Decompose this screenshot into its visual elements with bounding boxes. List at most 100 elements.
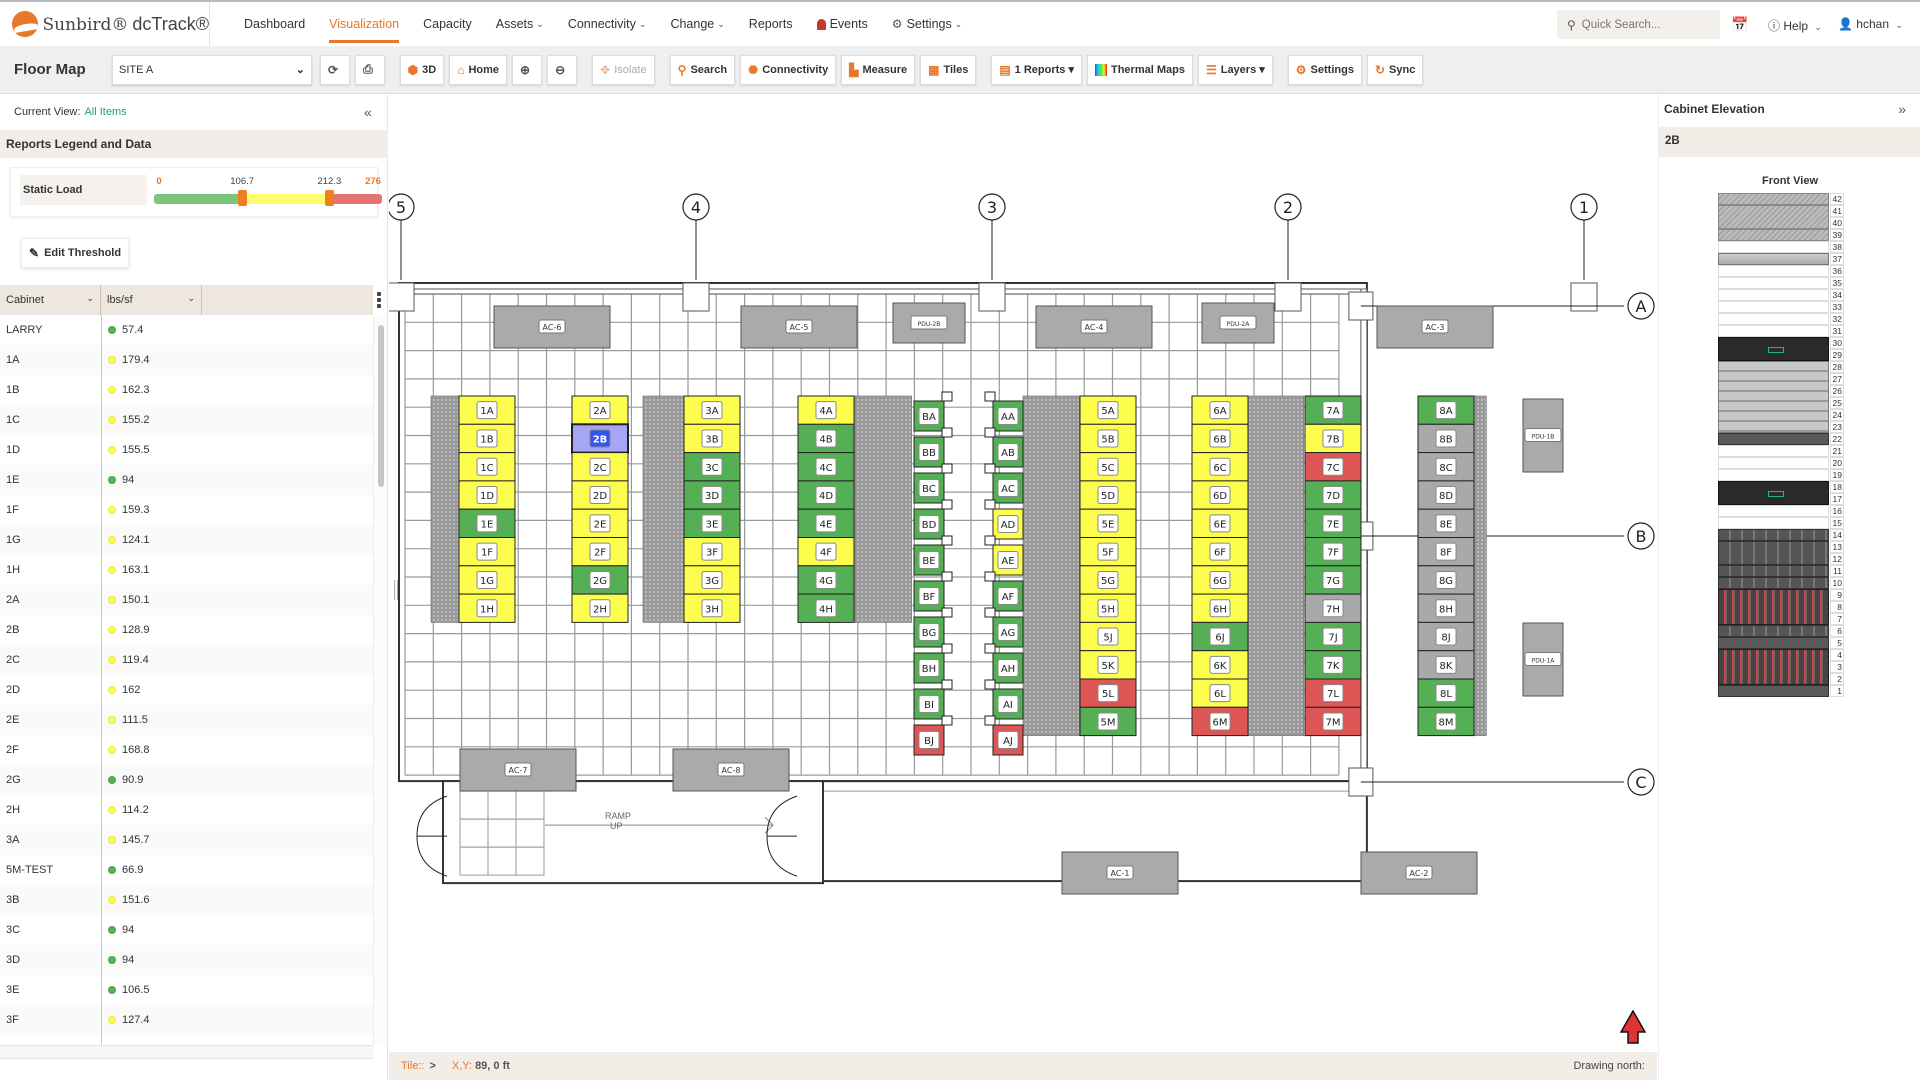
rack-device-blade[interactable] — [1718, 361, 1829, 433]
vertical-scrollbar[interactable] — [373, 315, 387, 1045]
rack-device-server-dark[interactable] — [1718, 481, 1829, 505]
isolate-button[interactable]: ✥ Isolate — [592, 54, 655, 85]
collapse-panel-icon[interactable]: « — [364, 104, 372, 120]
rack-slot[interactable] — [1718, 289, 1829, 301]
rack-device-server-gray[interactable] — [1718, 529, 1829, 541]
rack-slot[interactable] — [1718, 325, 1829, 337]
rack-device-server-gray[interactable] — [1718, 577, 1829, 589]
table-row[interactable]: LARRY 57.4 — [0, 315, 373, 345]
table-row[interactable]: 3E 106.5 — [0, 975, 373, 1005]
table-row[interactable]: 2A 150.1 — [0, 585, 373, 615]
thermal-maps-button[interactable]: Thermal Maps — [1086, 54, 1193, 85]
horizontal-scrollbar[interactable] — [0, 1045, 373, 1059]
table-row[interactable]: 1G 124.1 — [0, 525, 373, 555]
collapse-panel-icon[interactable]: » — [1898, 101, 1906, 117]
rack-device-blocked[interactable] — [1718, 229, 1829, 241]
rack-device-drives[interactable] — [1718, 649, 1829, 685]
table-row[interactable]: 2D 162 — [0, 675, 373, 705]
user-menu[interactable]: 👤 hchan ⌄ — [1838, 17, 1903, 31]
zoom-in-button[interactable]: ⊕ — [512, 54, 543, 85]
table-row[interactable]: 2G 90.9 — [0, 765, 373, 795]
table-row[interactable]: 3G134.8 — [0, 1035, 373, 1045]
current-view-value[interactable]: All Items — [84, 106, 126, 118]
table-row[interactable]: 2E 111.5 — [0, 705, 373, 735]
connectivity-button[interactable]: ✺ Connectivity — [740, 54, 837, 85]
refresh-button[interactable]: ⟳ — [320, 54, 351, 85]
threshold-handle-t2[interactable] — [325, 190, 335, 206]
rack-slot[interactable] — [1718, 469, 1829, 481]
rack-slot[interactable] — [1718, 505, 1829, 517]
sync-button[interactable]: ↻ Sync — [1366, 54, 1424, 85]
layers-button[interactable]: ☰ Layers ▾ — [1197, 54, 1273, 85]
table-row[interactable]: 3C 94 — [0, 915, 373, 945]
rack-device-server-gray[interactable] — [1718, 565, 1829, 577]
nav-assets[interactable]: Assets ⌄ — [484, 2, 556, 46]
rack-device-server-gray[interactable] — [1718, 625, 1829, 637]
3d-button[interactable]: ⬢ 3D — [399, 54, 445, 85]
table-row[interactable]: 5M-TEST 66.9 — [0, 855, 373, 885]
table-row[interactable]: 3B 151.6 — [0, 885, 373, 915]
table-row[interactable]: 2H 114.2 — [0, 795, 373, 825]
rack-device-server-gray[interactable] — [1718, 541, 1829, 565]
table-row[interactable]: 2F 168.8 — [0, 735, 373, 765]
table-row[interactable]: 3F 127.4 — [0, 1005, 373, 1035]
nav-dashboard[interactable]: Dashboard — [232, 2, 317, 46]
print-button[interactable]: ⎙ — [355, 54, 385, 85]
nav-reports[interactable]: Reports — [737, 2, 805, 46]
edit-threshold-button[interactable]: ✎ Edit Threshold — [21, 238, 130, 268]
measure-button[interactable]: ▙ Measure — [841, 54, 916, 85]
table-options-icon[interactable] — [374, 285, 384, 315]
table-row[interactable]: 1A 179.4 — [0, 345, 373, 375]
rack-slot[interactable] — [1718, 277, 1829, 289]
table-row[interactable]: 3A 145.7 — [0, 825, 373, 855]
table-row[interactable]: 1H 163.1 — [0, 555, 373, 585]
rack-slot[interactable] — [1718, 301, 1829, 313]
nav-connectivity[interactable]: Connectivity ⌄ — [556, 2, 659, 46]
nav-events[interactable]: Events — [805, 2, 880, 46]
rack-slot[interactable] — [1718, 241, 1829, 253]
table-row[interactable]: 1D 155.5 — [0, 435, 373, 465]
table-row[interactable]: 2C 119.4 — [0, 645, 373, 675]
table-row[interactable]: 1E 94 — [0, 465, 373, 495]
rack-device-lowgray[interactable] — [1718, 685, 1829, 697]
rack-slot[interactable] — [1718, 313, 1829, 325]
settings-button[interactable]: ⚙ Settings — [1287, 54, 1362, 85]
search-button[interactable]: ⚲ Search — [669, 54, 736, 85]
table-row[interactable]: 1F 159.3 — [0, 495, 373, 525]
rack-device-lowgray[interactable] — [1718, 433, 1829, 445]
table-row[interactable]: 1C 155.2 — [0, 405, 373, 435]
rack-slot[interactable] — [1718, 457, 1829, 469]
nav-visualization[interactable]: Visualization — [317, 2, 411, 46]
nav-settings[interactable]: ⚙ Settings ⌄ — [880, 2, 974, 46]
table-row[interactable]: 2B 128.9 — [0, 615, 373, 645]
rack-device-drives[interactable] — [1718, 589, 1829, 625]
table-row[interactable]: 1B 162.3 — [0, 375, 373, 405]
table-row[interactable]: 3D 94 — [0, 945, 373, 975]
calendar-icon[interactable]: 📅 — [1731, 16, 1748, 33]
zoom-out-button[interactable]: ⊖ — [547, 54, 578, 85]
site-select[interactable]: SITE A ⌄ — [112, 54, 312, 85]
rack-device-lowgray[interactable] — [1718, 637, 1829, 649]
help-menu[interactable]: ⓘ Help ⌄ — [1768, 17, 1822, 34]
nav-capacity[interactable]: Capacity — [411, 2, 484, 46]
rack-slot[interactable] — [1718, 445, 1829, 457]
rack-device-blocked[interactable] — [1718, 193, 1829, 205]
column-header-lbs-sf[interactable]: lbs/sf ⌄ — [101, 285, 202, 315]
column-header-cabinet[interactable]: Cabinet ⌄ — [0, 285, 101, 315]
reports-button[interactable]: ▤ 1 Reports ▾ — [991, 54, 1082, 85]
threshold-handle-t1[interactable] — [238, 190, 248, 206]
rack-device-server-dark[interactable] — [1718, 337, 1829, 361]
panel-resize-handle[interactable] — [394, 580, 398, 600]
tiles-button[interactable]: ▦ Tiles — [920, 54, 977, 85]
rack-device-switch[interactable] — [1718, 253, 1829, 265]
logo[interactable]: Sunbird® dcTrack® — [0, 2, 210, 46]
rack-slot[interactable] — [1718, 265, 1829, 277]
rack-slot[interactable] — [1718, 517, 1829, 529]
quick-search-input[interactable]: ⚲ Quick Search... — [1557, 10, 1720, 39]
floor-map-canvas[interactable]: RAMP UP 5 4 3 2 1 A B C AC-6 AC-5 PDU-2B AC-4 PDU-2A AC… — [389, 95, 1657, 1052]
scrollbar-thumb[interactable] — [378, 325, 384, 487]
rack-device-blocked[interactable] — [1718, 205, 1829, 229]
nav-change[interactable]: Change ⌄ — [658, 2, 736, 46]
floor-plan-drawing[interactable]: RAMPUP5 4 3 2 1ABCAC-6 AC-5 PDU-2B AC-4 PDU-2A AC… — [389, 95, 1657, 1052]
home-button[interactable]: ⌂ Home — [449, 54, 508, 85]
